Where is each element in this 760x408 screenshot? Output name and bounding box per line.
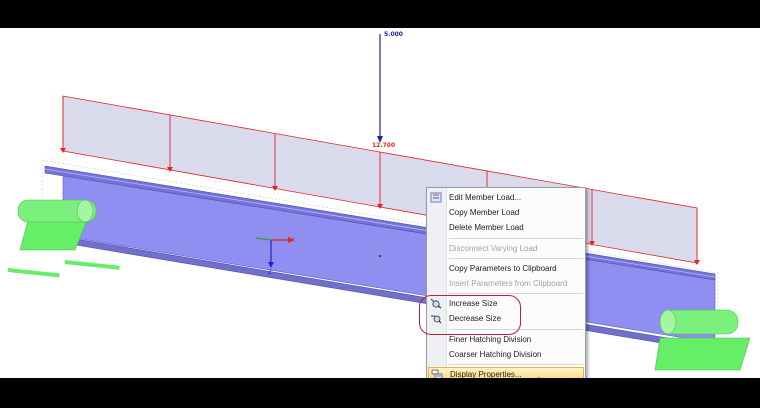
- menu-item-copy-member-load[interactable]: Copy Member Load: [427, 205, 585, 220]
- right-support[interactable]: [654, 309, 751, 371]
- menu-item-decrease-size[interactable]: Decrease Size: [427, 311, 585, 326]
- menu-label: Insert Parameters from Clipboard: [449, 278, 568, 288]
- menu-item-disconnect-varying-load: Disconnect Varying Load: [427, 241, 585, 256]
- menu-label: Copy Parameters to Clipboard: [449, 263, 557, 273]
- menu-label: Coarser Hatching Division: [449, 349, 542, 359]
- menu-separator: [449, 257, 583, 259]
- menu-item-display-properties[interactable]: Display Properties...: [428, 366, 584, 378]
- menu-item-copy-parameters[interactable]: Copy Parameters to Clipboard: [427, 261, 585, 276]
- point-load-value: 5.000: [384, 31, 403, 38]
- menu-item-delete-member-load[interactable]: Delete Member Load: [427, 220, 585, 235]
- decrease-size-icon: [431, 315, 442, 324]
- distributed-load-value: 12.700: [372, 142, 395, 149]
- menu-label: Edit Member Load...: [449, 193, 522, 202]
- menu-label: Copy Member Load: [449, 208, 520, 218]
- edit-load-icon: [430, 192, 442, 203]
- menu-separator: [449, 363, 583, 365]
- menu-label: Display Properties...: [450, 369, 522, 378]
- menu-separator: [449, 237, 583, 239]
- menu-item-coarser-hatching[interactable]: Coarser Hatching Division: [427, 347, 585, 362]
- display-properties-icon: [431, 369, 443, 378]
- context-menu: Edit Member Load... Copy Member Load Del…: [426, 187, 586, 378]
- menu-separator: [449, 293, 583, 295]
- member-center-dot: [378, 254, 382, 258]
- beam-model-scene[interactable]: 5.000 12.700 X Z: [0, 28, 760, 378]
- menu-item-finer-hatching[interactable]: Finer Hatching Division: [427, 332, 585, 347]
- menu-item-edit-member-load[interactable]: Edit Member Load...: [427, 190, 585, 205]
- axis-z-label: Z: [268, 270, 272, 276]
- menu-label: Decrease Size: [449, 314, 502, 324]
- menu-separator: [449, 328, 583, 330]
- increase-size-icon: [430, 298, 442, 309]
- model-viewport[interactable]: 5.000 12.700 X Z Edit Member Load... Cop…: [0, 28, 760, 378]
- menu-label: Finer Hatching Division: [449, 334, 532, 344]
- mouse-pointer-icon: [538, 377, 540, 378]
- menu-label: Disconnect Varying Load: [449, 243, 538, 253]
- menu-label: Delete Member Load: [449, 223, 524, 233]
- menu-label: Increase Size: [449, 299, 498, 309]
- axis-x-label: X: [291, 238, 295, 244]
- menu-item-insert-parameters: Insert Parameters from Clipboard: [427, 276, 585, 291]
- menu-item-increase-size[interactable]: Increase Size: [427, 296, 585, 311]
